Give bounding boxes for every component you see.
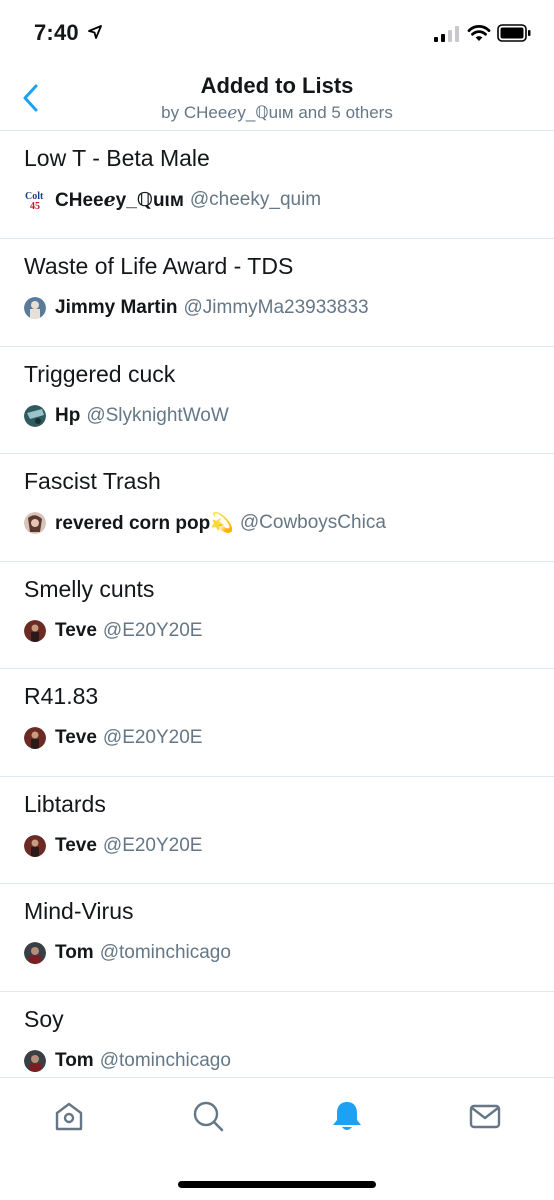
owner-name: revered corn pop💫 (55, 513, 234, 534)
list-title: Low T - Beta Male (24, 145, 210, 171)
page-subtitle: by CHeeℯy_ℚuιм and 5 others (161, 103, 393, 122)
list-item[interactable]: Waste of Life Award - TDS Jimmy Martin @… (0, 239, 554, 347)
owner-name: CHeeℯy_ℚuιм (55, 189, 184, 211)
owner-handle: @cheeky_quim (189, 189, 322, 210)
owner-handle: @E20Y20E (102, 834, 203, 856)
list-item[interactable]: Low T - Beta Male Colt 45 CHeeℯy_ℚuιм @c… (0, 131, 554, 239)
cellular-signal-icon (434, 26, 459, 42)
list-title: Mind-Virus (24, 898, 134, 924)
svg-text:45: 45 (30, 201, 40, 211)
avatar (24, 297, 46, 319)
owner-name: Tom (55, 1049, 94, 1071)
list-title: Libtards (24, 790, 106, 817)
owner-name: Teve (55, 834, 97, 856)
owner-handle: @E20Y20E (102, 619, 203, 641)
list-owner: Colt 45 CHeeℯy_ℚuιм @cheeky_quim (24, 187, 321, 213)
wifi-icon (467, 25, 491, 41)
home-indicator[interactable] (178, 1181, 376, 1188)
search-icon (193, 1101, 224, 1132)
list-owner: Hp @SlyknightWoW (24, 403, 229, 429)
notifications-icon (333, 1102, 361, 1130)
avatar (24, 619, 46, 642)
owner-handle: @tominchicago (99, 942, 231, 963)
avatar (24, 1049, 46, 1072)
owner-name: Tom (55, 942, 94, 963)
avatar (24, 942, 46, 964)
owner-name: Teve (55, 619, 97, 641)
status-bar: 7:40 (0, 0, 554, 66)
list-title: Waste of Life Award - TDS (24, 253, 294, 279)
owner-name: Jimmy Martin (55, 297, 178, 318)
lists-container: Low T - Beta Male Colt 45 CHeeℯy_ℚuιм @c… (0, 131, 554, 1077)
list-item[interactable]: Libtards Teve @E20Y20E (0, 777, 554, 884)
owner-name: Teve (55, 727, 97, 748)
list-item[interactable]: Soy Tom @tominchicago (0, 992, 554, 1078)
list-item[interactable]: R41.83 Teve @E20Y20E (0, 669, 554, 777)
tab-home[interactable] (49, 1096, 89, 1136)
list-owner: Jimmy Martin @JimmyMa23933833 (24, 295, 369, 321)
location-arrow-icon (88, 25, 102, 39)
list-owner: Tom @tominchicago (24, 1048, 231, 1074)
list-item[interactable]: Triggered cuck Hp @SlyknightWoW (0, 347, 554, 454)
list-title: Triggered cuck (24, 360, 176, 387)
list-title: Soy (24, 1005, 64, 1032)
navigation-header: Added to Lists by CHeeℯy_ℚuιм and 5 othe… (0, 66, 554, 131)
tab-messages[interactable] (465, 1096, 505, 1136)
list-owner: Tom @tominchicago (24, 940, 231, 966)
avatar: Colt 45 (24, 189, 46, 211)
owner-handle: @JimmyMa23933833 (183, 297, 369, 318)
page-title: Added to Lists (200, 73, 354, 98)
list-title: Fascist Trash (24, 468, 161, 494)
tab-bar (0, 1077, 554, 1200)
list-item[interactable]: Mind-Virus Tom @tominchicago (0, 884, 554, 992)
list-title: R41.83 (24, 683, 99, 709)
list-item[interactable]: Smelly cunts Teve @E20Y20E (0, 562, 554, 669)
tab-notifications[interactable] (327, 1096, 367, 1136)
avatar (24, 404, 46, 427)
home-icon (55, 1102, 83, 1131)
owner-handle: @E20Y20E (102, 727, 203, 748)
list-owner: revered corn pop💫 @CowboysChica (24, 510, 386, 536)
owner-handle: @CowboysChica (239, 512, 386, 533)
list-owner: Teve @E20Y20E (24, 618, 202, 644)
list-owner: Teve @E20Y20E (24, 833, 202, 859)
list-item[interactable]: Fascist Trash revered corn pop💫 @Cowboys… (0, 454, 554, 562)
battery-icon (497, 24, 531, 42)
owner-handle: @SlyknightWoW (86, 404, 229, 426)
tab-search[interactable] (188, 1096, 228, 1136)
avatar (24, 727, 46, 749)
avatar (24, 834, 46, 857)
list-owner: Teve @E20Y20E (24, 725, 202, 751)
avatar (24, 512, 46, 534)
list-title: Smelly cunts (24, 575, 155, 602)
owner-name: Hp (55, 404, 81, 426)
messages-icon (469, 1104, 501, 1129)
status-time: 7:40 (34, 20, 79, 45)
owner-handle: @tominchicago (99, 1049, 231, 1071)
